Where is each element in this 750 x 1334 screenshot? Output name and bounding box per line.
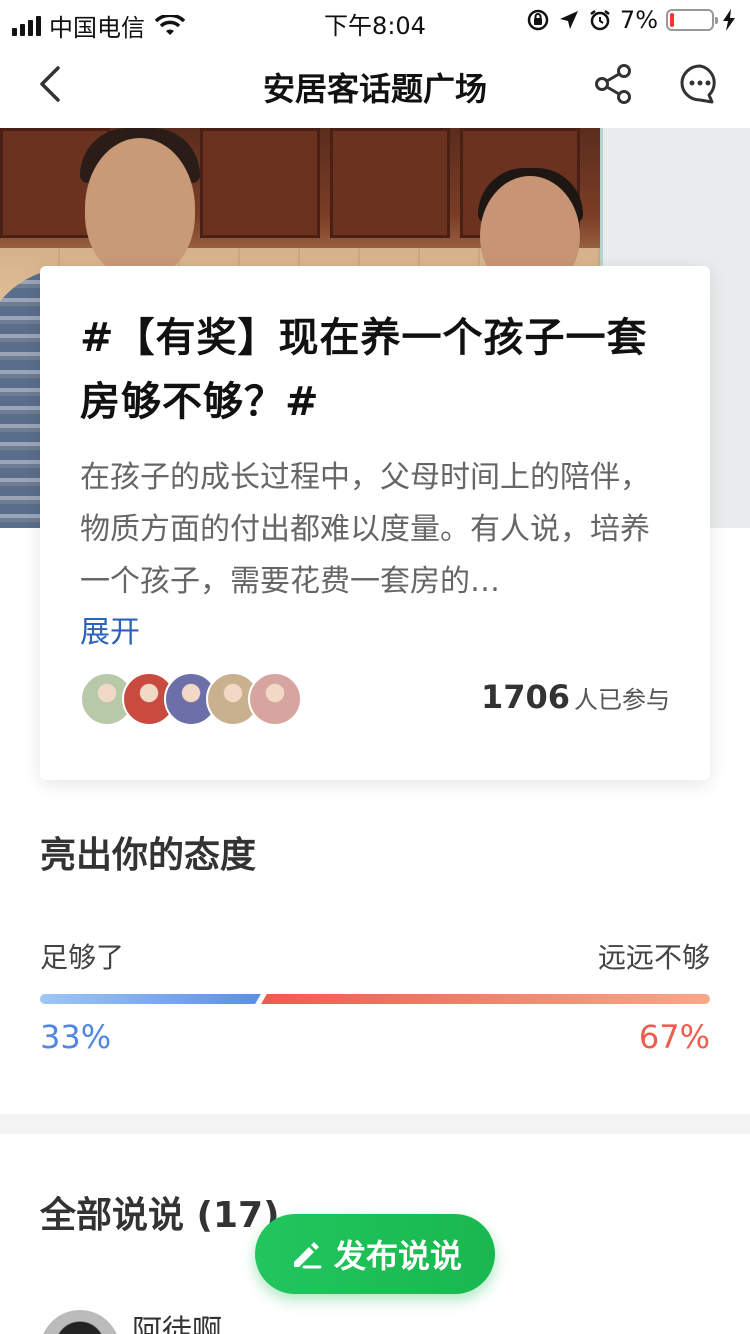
topic-description: 在孩子的成长过程中，父母时间上的陪伴，物质方面的付出都难以度量。有人说，培养一个… (80, 460, 650, 599)
comment-user-name[interactable]: 阿徒啊 (132, 1306, 222, 1334)
edit-icon (293, 1242, 322, 1269)
page-title: 安居客话题广场 (262, 70, 487, 108)
participants-row: 1706 人已参与 (80, 672, 670, 726)
battery-fill (670, 13, 674, 27)
vote-bar-not-enough (261, 994, 710, 1004)
comment-avatar[interactable] (40, 1310, 120, 1334)
vote-percent-not-enough: 67% (638, 1018, 710, 1056)
topic-card: #【有奖】现在养一个孩子一套房够不够？# 在孩子的成长过程中，父母时间上的陪伴，… (40, 266, 710, 780)
rotation-lock-icon (527, 9, 549, 31)
battery-percent: 7% (619, 6, 658, 34)
post-button[interactable]: 发布说说 (255, 1214, 495, 1294)
vote-option-enough[interactable]: 足够了 (40, 936, 124, 976)
attitude-title: 亮出你的态度 (40, 835, 257, 876)
message-icon[interactable] (678, 62, 722, 106)
post-button-label: 发布说说 (333, 1237, 462, 1275)
vote-ratio-bar (40, 993, 710, 1005)
share-icon[interactable] (592, 62, 636, 106)
nav-bar: 安居客话题广场 (0, 40, 750, 128)
topic-title: #【有奖】现在养一个孩子一套房够不够？# (80, 315, 648, 425)
participants-label: 人已参与 (574, 686, 670, 714)
vote-percentages: 33% 67% (40, 1018, 710, 1062)
battery-icon (666, 9, 718, 31)
comment-item[interactable]: 阿徒啊 (40, 1300, 710, 1334)
expand-link[interactable]: 展开 (80, 608, 140, 658)
status-right: 7% (526, 6, 736, 34)
vote-option-not-enough[interactable]: 远远不够 (598, 936, 710, 976)
charging-icon (723, 9, 735, 31)
attitude-section: 亮出你的态度 足够了 远远不够 33% 67% (40, 826, 710, 1062)
vote-percent-enough: 33% (40, 1018, 112, 1056)
section-divider (0, 1114, 750, 1134)
alarm-icon (590, 10, 610, 31)
participant-avatar (248, 672, 302, 726)
vote-labels: 足够了 远远不够 (40, 936, 710, 976)
participants-number: 1706 (480, 678, 570, 716)
location-icon (559, 11, 578, 29)
comments-title: 全部说说 (17) (40, 1195, 280, 1236)
vote-bar-enough (40, 994, 261, 1004)
participants-count: 1706 人已参与 (481, 678, 670, 716)
status-bar: 中国电信 下午8:04 7% (0, 0, 750, 42)
